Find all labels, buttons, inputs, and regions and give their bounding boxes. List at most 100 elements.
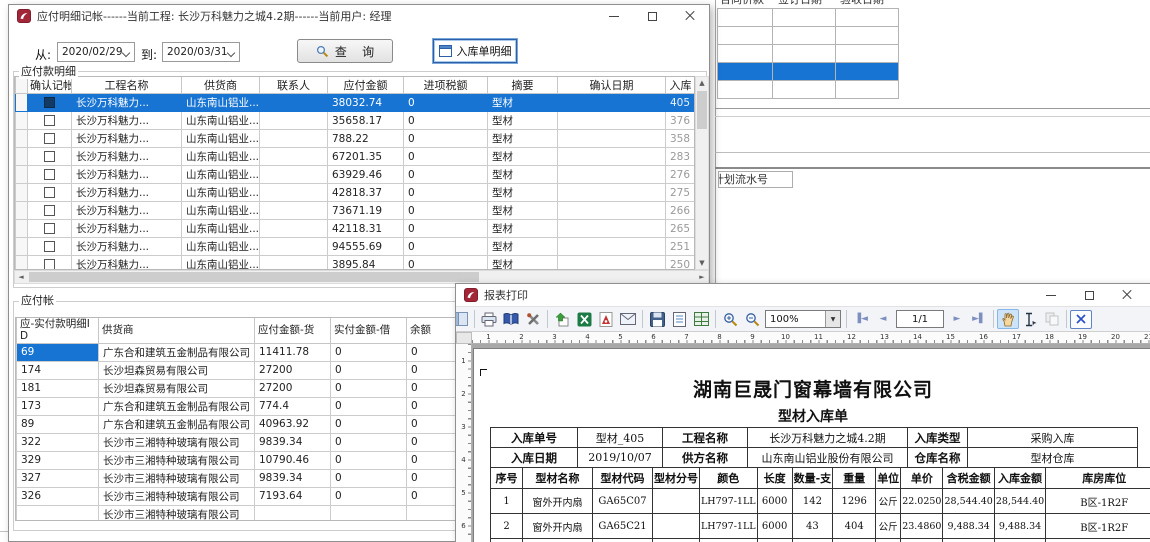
column-header[interactable]: 确认日期 [558,77,666,94]
column-header[interactable]: 联系人 [260,77,328,94]
column-header[interactable]: 入库 [666,77,696,94]
page-number-box[interactable]: 1/1 [896,310,944,328]
table-row[interactable]: 327 长沙市三湘特种玻璃有限公司 9839.34 0 0 [17,469,457,487]
zoom-out-icon[interactable] [741,309,763,329]
column-header[interactable]: 摘要 [488,77,558,94]
confirm-checkbox[interactable] [44,223,55,234]
table-row[interactable] [718,81,899,99]
grid-icon[interactable] [690,309,712,329]
table-row[interactable]: 173 广东合和建筑五金制品有限公司 774.4 0 0 [17,397,457,415]
table-row[interactable] [718,27,899,45]
scrollbar-thumb[interactable] [697,91,707,129]
pdf-icon[interactable] [595,309,617,329]
excel-icon[interactable] [573,309,595,329]
table-row[interactable]: 长沙万科魅力... 山东南山铝业... 67201.35 0 型材 283 [16,148,696,166]
text-select-icon[interactable] [1019,309,1041,329]
cell-qty: 142 [792,489,833,514]
table-row-selected[interactable] [718,63,899,81]
chevron-down-icon[interactable]: ▼ [825,311,840,327]
close-button[interactable] [1108,284,1146,306]
confirm-checkbox[interactable] [44,241,55,252]
column-header[interactable]: 确认记帐 [28,77,72,94]
to-date-combo[interactable]: 2020/03/31 [162,42,240,62]
inbound-detail-button[interactable]: 入库单明细 [433,39,517,63]
column-header[interactable]: 应付金额-货 [255,318,331,343]
scroll-down-icon[interactable]: ▼ [696,257,708,269]
table-row[interactable]: 长沙万科魅力... 山东南山铝业... 94555.69 0 型材 251 [16,238,696,256]
column-header[interactable]: 工程名称 [72,77,182,94]
row-header [16,184,28,202]
scroll-left-icon[interactable]: ◄ [15,271,27,283]
table-row[interactable]: 69 广东合和建筑五金制品有限公司 11411.78 0 0 [17,343,457,361]
mail-icon[interactable] [617,309,639,329]
column-header[interactable]: 应付金额 [328,77,404,94]
document-icon[interactable] [668,309,690,329]
table-row[interactable]: 长沙万科魅力... 山东南山铝业... 73671.19 0 型材 266 [16,202,696,220]
hand-icon[interactable] [997,309,1019,329]
copy-icon[interactable] [1041,309,1063,329]
book-icon[interactable] [500,309,522,329]
minimize-button[interactable] [1032,284,1070,306]
table-row[interactable]: 181 长沙坦森贸易有限公司 27200 0 0 [17,379,457,397]
maximize-button[interactable] [1070,284,1108,306]
column-header[interactable]: 供货商 [182,77,260,94]
table-row[interactable]: 174 长沙坦森贸易有限公司 27200 0 0 [17,361,457,379]
table-row[interactable]: 322 长沙市三湘特种玻璃有限公司 9839.34 0 0 [17,433,457,451]
confirm-checkbox[interactable] [44,259,55,270]
horizontal-scrollbar[interactable]: ◄ ► [14,270,709,284]
vertical-scrollbar[interactable]: ▲ ▼ [695,76,709,270]
export-icon[interactable] [551,309,573,329]
report-header-row: 序号型材名称型材代码型材分号颜色长度数量-支重量单位单价含税金额入库金额库房库位 [491,468,1150,489]
table-row[interactable] [718,9,899,27]
maximize-button[interactable] [633,5,671,27]
table-row[interactable]: 长沙万科魅力... 山东南山铝业... 42118.31 0 型材 265 [16,220,696,238]
panel-icon[interactable] [456,309,471,329]
save-icon[interactable] [646,309,668,329]
table-row[interactable]: 长沙万科魅力... 山东南山铝业... 38032.74 0 型材 405 [16,94,696,112]
last-page-icon[interactable]: ►▌ [968,309,990,329]
from-date-combo[interactable]: 2020/02/29 [57,42,135,62]
confirm-checkbox[interactable] [44,205,55,216]
confirm-checkbox[interactable] [44,133,55,144]
cell-tax: 0 [404,256,488,271]
table-row[interactable]: 长沙万科魅力... 山东南山铝业... 63929.46 0 型材 276 [16,166,696,184]
minimize-button[interactable] [595,5,633,27]
table-row[interactable]: 326 长沙市三湘特种玻璃有限公司 7193.64 0 0 [17,487,457,505]
table-row[interactable]: 长沙万科魅力... 山东南山铝业... 35658.17 0 型材 376 [16,112,696,130]
zoom-in-icon[interactable] [719,309,741,329]
table-row[interactable]: 长沙万科魅力... 山东南山铝业... 42818.37 0 型材 275 [16,184,696,202]
zoom-level-combo[interactable]: 100% ▼ [765,310,841,328]
prev-page-icon[interactable]: ◄ [872,309,894,329]
column-header[interactable]: 实付金额-借 [331,318,407,343]
scroll-up-icon[interactable]: ▲ [696,77,708,89]
first-page-icon[interactable]: ▐◄ [850,309,872,329]
title-bar[interactable]: 应付明细记帐------当前工程: 长沙万科魅力之城4.2期------当前用户… [9,5,709,27]
options-icon[interactable] [522,309,544,329]
column-header[interactable]: 供货商 [99,318,255,343]
table-row[interactable]: 89 广东合和建筑五金制品有限公司 40963.92 0 0 [17,415,457,433]
next-page-icon[interactable]: ► [946,309,968,329]
table-row[interactable] [718,45,899,63]
column-header[interactable]: 进项税额 [404,77,488,94]
confirm-checkbox[interactable] [44,151,55,162]
column-header[interactable]: 应-实付款明细ID [17,318,99,343]
preview-area[interactable]: 湖南巨晟门窗幕墙有限公司 型材入库单 入库单号 型材_405 工程名称 长沙万科… [472,344,1150,542]
close-button[interactable] [671,5,709,27]
table-row[interactable]: 长沙市三湘特种玻璃有限公司 [17,505,457,521]
confirm-checkbox[interactable] [44,169,55,180]
table-row[interactable]: 长沙万科魅力... 山东南山铝业... 3895.84 0 型材 250 [16,256,696,271]
table-row[interactable]: 长沙万科魅力... 山东南山铝业... 788.22 0 型材 358 [16,130,696,148]
cell-warehouse-location: B区-1R2F [1046,489,1150,514]
confirm-checkbox[interactable] [44,187,55,198]
query-button[interactable]: 查 询 [297,39,393,63]
close-preview-icon[interactable] [1070,310,1092,329]
confirm-checkbox[interactable] [44,97,55,108]
app-icon [17,9,31,23]
title-bar[interactable]: 报表打印 [456,284,1150,306]
column-header[interactable]: 余额 [407,318,457,343]
scroll-right-icon[interactable]: ► [696,271,708,283]
scrollbar-thumb[interactable] [29,272,479,282]
print-icon[interactable] [478,309,500,329]
confirm-checkbox[interactable] [44,115,55,126]
table-row[interactable]: 329 长沙市三湘特种玻璃有限公司 10790.46 0 0 [17,451,457,469]
